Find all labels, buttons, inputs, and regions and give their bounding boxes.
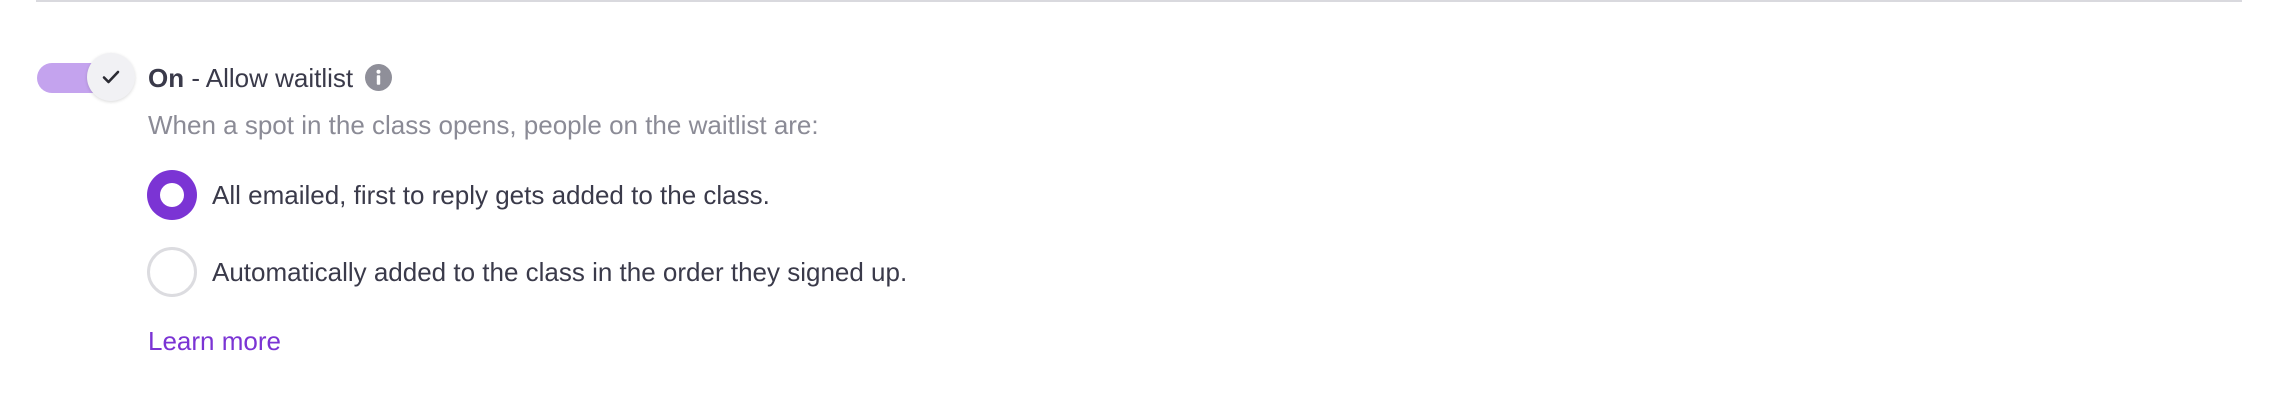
radio-button-selected[interactable]: [147, 170, 197, 220]
waitlist-option-auto-add[interactable]: Automatically added to the class in the …: [147, 247, 907, 297]
toggle-label-text: - Allow waitlist: [184, 62, 354, 93]
top-divider: [36, 0, 2242, 2]
radio-label[interactable]: All emailed, first to reply gets added t…: [212, 180, 770, 211]
toggle-knob: [87, 53, 135, 101]
radio-button-unselected[interactable]: [147, 247, 197, 297]
radio-label[interactable]: Automatically added to the class in the …: [212, 257, 907, 288]
toggle-state: On: [148, 62, 185, 93]
learn-more-link[interactable]: Learn more: [148, 326, 281, 357]
checkmark-icon: [102, 70, 120, 84]
radio-dot: [160, 183, 184, 207]
info-icon[interactable]: [365, 64, 393, 92]
allow-waitlist-toggle[interactable]: [37, 53, 135, 101]
allow-waitlist-row: On - Allow waitlist: [37, 53, 393, 101]
toggle-label: On - Allow waitlist: [148, 62, 393, 94]
waitlist-option-email-all[interactable]: All emailed, first to reply gets added t…: [147, 170, 770, 220]
waitlist-description: When a spot in the class opens, people o…: [148, 110, 819, 140]
